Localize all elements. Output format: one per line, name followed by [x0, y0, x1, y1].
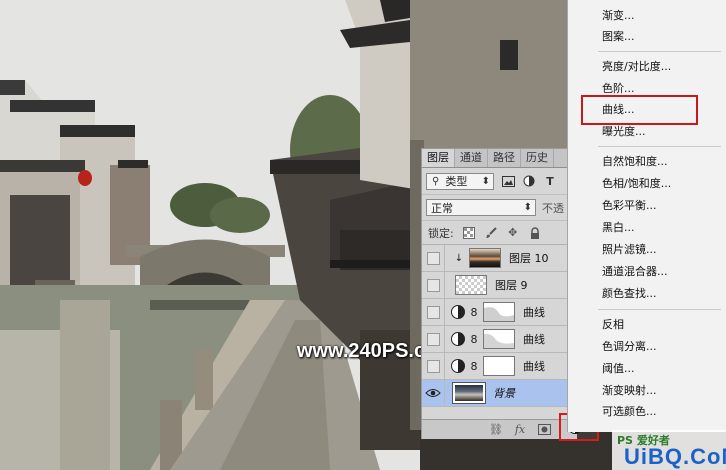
- visibility-checkbox: [426, 305, 440, 319]
- menu-item-vibrance[interactable]: 自然饱和度...: [602, 153, 668, 171]
- eye-icon: [425, 389, 441, 397]
- visibility-checkbox: [426, 332, 440, 346]
- layer-thumbnail: [455, 275, 487, 295]
- blend-mode-select[interactable]: 正常 ⬍: [426, 199, 536, 216]
- visibility-toggle[interactable]: [422, 326, 445, 352]
- lock-row: 锁定: ✥: [422, 221, 577, 245]
- visibility-toggle[interactable]: [422, 353, 445, 379]
- adjustment-layer-icon: [451, 305, 465, 319]
- brand-logo: UiBQ.CoM: [624, 444, 726, 469]
- layer-row[interactable]: 图层 9: [422, 272, 577, 299]
- menu-item-threshold[interactable]: 阈值...: [602, 360, 635, 378]
- tab-history[interactable]: 历史: [521, 149, 554, 167]
- menu-separator: [598, 309, 721, 310]
- visibility-checkbox: [426, 359, 440, 373]
- opacity-label: 不透: [542, 201, 564, 215]
- layer-row[interactable]: 8 曲线: [422, 299, 577, 326]
- lock-label: 锁定:: [428, 226, 454, 240]
- layer-row[interactable]: 8 曲线: [422, 353, 577, 380]
- lock-icon[interactable]: [528, 226, 542, 240]
- layer-mask-thumbnail: [483, 302, 515, 322]
- layer-filter-row: ⚲ 类型 ⬍ T: [422, 168, 577, 195]
- layer-name: 曲线: [523, 306, 545, 319]
- layer-thumbnail: [469, 248, 501, 268]
- menu-item-gradient[interactable]: 渐变...: [602, 7, 635, 25]
- layer-name: 曲线: [523, 333, 545, 346]
- visibility-toggle[interactable]: [422, 272, 445, 298]
- adjustment-layer-icon: [451, 332, 465, 346]
- layers-panel: 图层 通道 路径 历史 ⚲ 类型 ⬍ T 正常 ⬍ 不透 锁定: ✥ ↓ 图层 …: [421, 148, 577, 439]
- layer-mask-thumbnail: [483, 329, 515, 349]
- move-icon[interactable]: ✥: [506, 226, 520, 240]
- layer-name: 图层 9: [495, 279, 528, 292]
- visibility-checkbox: [426, 278, 440, 292]
- layer-row[interactable]: 背景: [422, 380, 577, 407]
- clip-arrow-icon: ↓: [454, 252, 464, 264]
- lock-transparent-icon[interactable]: [462, 226, 476, 240]
- link-chain-icon: 8: [470, 305, 478, 319]
- layer-name: 图层 10: [509, 252, 549, 265]
- updown-arrows-icon: ⬍: [523, 202, 532, 213]
- menu-item-photo-filter[interactable]: 照片滤镜...: [602, 241, 657, 259]
- layer-row[interactable]: 8 曲线: [422, 326, 577, 353]
- menu-item-color-lookup[interactable]: 颜色查找...: [602, 285, 657, 303]
- menu-separator: [598, 51, 721, 52]
- visibility-toggle[interactable]: [422, 380, 445, 406]
- adjustment-filter-icon[interactable]: [522, 174, 536, 188]
- layer-row[interactable]: ↓ 图层 10: [422, 245, 577, 272]
- menu-item-black-white[interactable]: 黑白...: [602, 219, 635, 237]
- blend-row: 正常 ⬍ 不透: [422, 195, 577, 221]
- link-chain-icon: 8: [470, 332, 478, 346]
- visibility-toggle[interactable]: [422, 245, 445, 271]
- fx-icon[interactable]: fx: [512, 423, 528, 437]
- blend-mode-label: 正常: [431, 201, 453, 215]
- menu-item-brightness-contrast[interactable]: 亮度/对比度...: [602, 58, 671, 76]
- layer-list: ↓ 图层 10 图层 9 8 曲线 8 曲线 8 曲线 背景: [422, 245, 577, 407]
- search-icon: ⚲: [432, 175, 440, 187]
- menu-item-exposure[interactable]: 曝光度...: [602, 123, 646, 141]
- menu-item-invert[interactable]: 反相: [602, 316, 624, 334]
- tab-layers[interactable]: 图层: [422, 149, 455, 167]
- visibility-toggle[interactable]: [422, 299, 445, 325]
- filter-kind-label: 类型: [445, 175, 468, 188]
- menu-item-color-balance[interactable]: 色彩平衡...: [602, 197, 657, 215]
- tab-paths[interactable]: 路径: [488, 149, 521, 167]
- curves-highlight-box: [581, 95, 698, 125]
- image-filter-icon[interactable]: [501, 174, 515, 188]
- panel-tab-bar: 图层 通道 路径 历史: [422, 149, 577, 168]
- link-chain-icon: 8: [470, 359, 478, 373]
- visibility-checkbox: [426, 251, 440, 265]
- mask-icon[interactable]: [536, 423, 552, 437]
- updown-arrows-icon: ⬍: [481, 175, 490, 187]
- menu-item-hue-saturation[interactable]: 色相/饱和度...: [602, 175, 671, 193]
- menu-item-gradient-map[interactable]: 渐变映射...: [602, 382, 657, 400]
- adjustment-menu: 渐变... 图案... 亮度/对比度... 色阶... 曲线... 曝光度...…: [567, 0, 726, 432]
- layer-thumbnail: [452, 382, 486, 404]
- layers-panel-footer: ⛓ fx: [422, 419, 577, 439]
- menu-item-selective-color[interactable]: 可选颜色...: [602, 403, 657, 421]
- menu-separator: [598, 146, 721, 147]
- layer-name: 曲线: [523, 360, 545, 373]
- menu-item-channel-mixer[interactable]: 通道混合器...: [602, 263, 668, 281]
- type-filter-icon[interactable]: T: [543, 174, 557, 188]
- menu-item-pattern[interactable]: 图案...: [602, 28, 635, 46]
- link-icon[interactable]: ⛓: [488, 423, 504, 437]
- filter-kind-select[interactable]: ⚲ 类型 ⬍: [426, 172, 494, 190]
- layer-mask-thumbnail: [483, 356, 515, 376]
- tab-channels[interactable]: 通道: [455, 149, 488, 167]
- brush-icon[interactable]: [484, 226, 498, 240]
- layer-name: 背景: [493, 387, 515, 400]
- menu-item-posterize[interactable]: 色调分离...: [602, 338, 657, 356]
- adjustment-layer-icon: [451, 359, 465, 373]
